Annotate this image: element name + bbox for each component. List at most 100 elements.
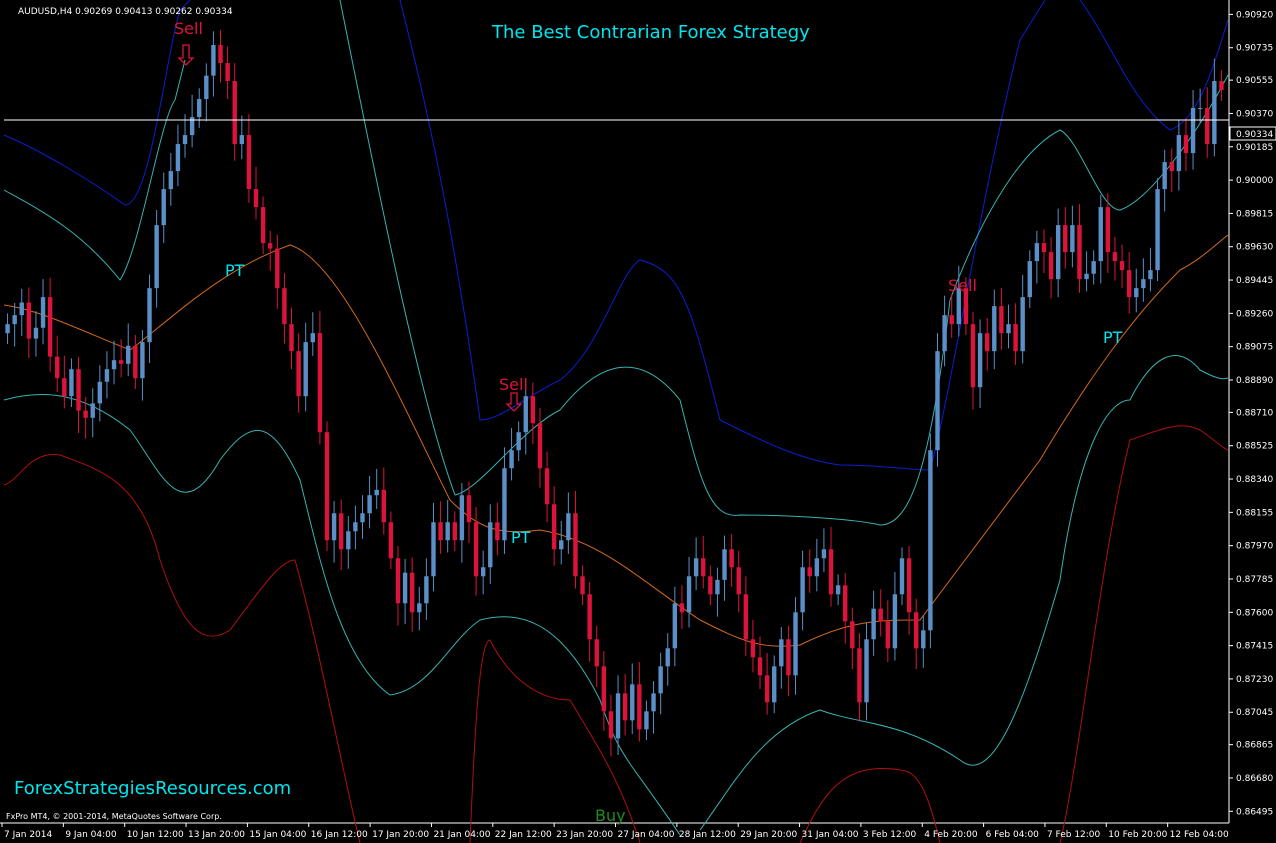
candle-body: [182, 135, 188, 145]
candle-body: [197, 99, 202, 118]
y-tick-label: 0.89075: [1236, 343, 1273, 353]
sell-label-2: Sell: [499, 375, 528, 394]
candle-body: [360, 513, 365, 523]
candle-body: [417, 603, 422, 613]
y-tick-label: 0.90000: [1236, 176, 1273, 186]
y-tick-label: 0.88155: [1236, 508, 1273, 518]
candle-body: [665, 648, 670, 667]
y-tick-label: 0.87230: [1236, 675, 1273, 685]
candle-body: [1141, 279, 1146, 289]
candle-body: [431, 522, 436, 577]
candle-body: [118, 360, 124, 364]
candle-body: [388, 522, 394, 559]
candle-body: [1063, 225, 1068, 253]
candle-body: [999, 306, 1004, 334]
candle-body: [1020, 297, 1025, 352]
y-tick-label: 0.90185: [1236, 143, 1273, 153]
candle-body: [530, 396, 536, 424]
candle-body: [779, 639, 784, 667]
candle-body: [935, 351, 940, 451]
candle-body: [722, 549, 727, 580]
candle-body: [480, 567, 486, 577]
candle-body: [580, 576, 585, 595]
candle-body: [97, 381, 103, 404]
y-tick-label: 0.87045: [1236, 708, 1273, 718]
y-tick-label: 0.88525: [1236, 442, 1273, 452]
y-tick-label: 0.89445: [1236, 276, 1273, 286]
x-tick-label: 23 Jan 20:00: [556, 830, 613, 840]
candle-body: [76, 369, 81, 411]
x-tick-label: 29 Jan 20:00: [740, 830, 797, 840]
candle-body: [587, 594, 592, 640]
candle-body: [218, 45, 223, 64]
candle-body: [225, 63, 230, 82]
copyright: FxPro MT4, © 2001-2014, MetaQuotes Softw…: [6, 812, 222, 821]
candle-body: [282, 288, 287, 325]
candle-body: [452, 522, 457, 541]
x-tick-label: 31 Jan 04:00: [802, 830, 859, 840]
x-tick-label: 4 Feb 20:00: [924, 830, 978, 840]
x-tick-label: 17 Jan 20:00: [372, 830, 429, 840]
x-tick-label: 10 Feb 20:00: [1108, 830, 1167, 840]
candle-body: [814, 558, 820, 577]
candle-body: [459, 495, 465, 541]
candle-body: [126, 345, 131, 364]
candle-body: [672, 603, 678, 649]
candle-body: [630, 684, 635, 721]
buy-label: Buy: [595, 806, 626, 825]
candle-body: [268, 243, 273, 249]
candle-body: [523, 396, 528, 433]
candle-body: [637, 684, 642, 730]
candle-body: [90, 403, 95, 418]
candle-body: [686, 576, 692, 613]
candle-body: [544, 468, 550, 505]
candle-body: [835, 585, 841, 595]
candle-body: [381, 489, 386, 523]
candle-body: [1190, 108, 1196, 154]
candle-body: [1219, 81, 1224, 91]
candle-body: [850, 621, 855, 649]
candle-body: [715, 579, 720, 595]
candle-body: [154, 225, 159, 289]
x-tick-label: 9 Jan 04:00: [65, 830, 117, 840]
candle-body: [33, 327, 39, 339]
candle-body: [729, 549, 734, 568]
candle-body: [140, 342, 145, 379]
sell-label-1: Sell: [174, 19, 203, 38]
candle-body: [83, 410, 88, 418]
candle-body: [1212, 81, 1217, 145]
candle-body: [942, 315, 947, 352]
candle-body: [69, 369, 74, 397]
candle-body: [992, 306, 997, 352]
candle-body: [537, 423, 543, 469]
candle-body: [303, 342, 308, 397]
candle-body: [1155, 189, 1160, 271]
candle-body: [104, 369, 110, 382]
candle-body: [885, 621, 891, 649]
x-tick-label: 27 Jan 04:00: [618, 830, 675, 840]
candle-body: [466, 495, 472, 523]
candle-body: [168, 171, 174, 190]
candle-body: [1105, 207, 1111, 253]
candle-body: [594, 639, 599, 667]
candle-body: [1162, 162, 1167, 190]
y-tick-label: 0.90920: [1236, 10, 1273, 20]
candle-body: [502, 468, 507, 541]
candle-body: [828, 549, 834, 595]
y-tick-label: 0.88890: [1236, 376, 1273, 386]
candle-body: [1077, 225, 1082, 280]
current-price-label: 0.90334: [1236, 130, 1273, 140]
candle-body: [289, 324, 294, 352]
candle-body: [111, 360, 117, 370]
candle-body: [857, 648, 862, 703]
forex-chart[interactable]: 0.90920 0.90735 0.90555 0.90370 0.90185 0.900…: [0, 0, 1276, 843]
candle-body: [651, 693, 656, 712]
candle-body: [346, 531, 351, 550]
candle-body: [807, 567, 812, 577]
x-tick-label: 3 Feb 12:00: [863, 830, 917, 840]
candle-body: [708, 576, 713, 595]
candle-body: [1084, 273, 1089, 280]
candle-body: [310, 333, 316, 343]
pt-label-3: PT: [1103, 328, 1123, 347]
candle-body: [1041, 243, 1047, 253]
